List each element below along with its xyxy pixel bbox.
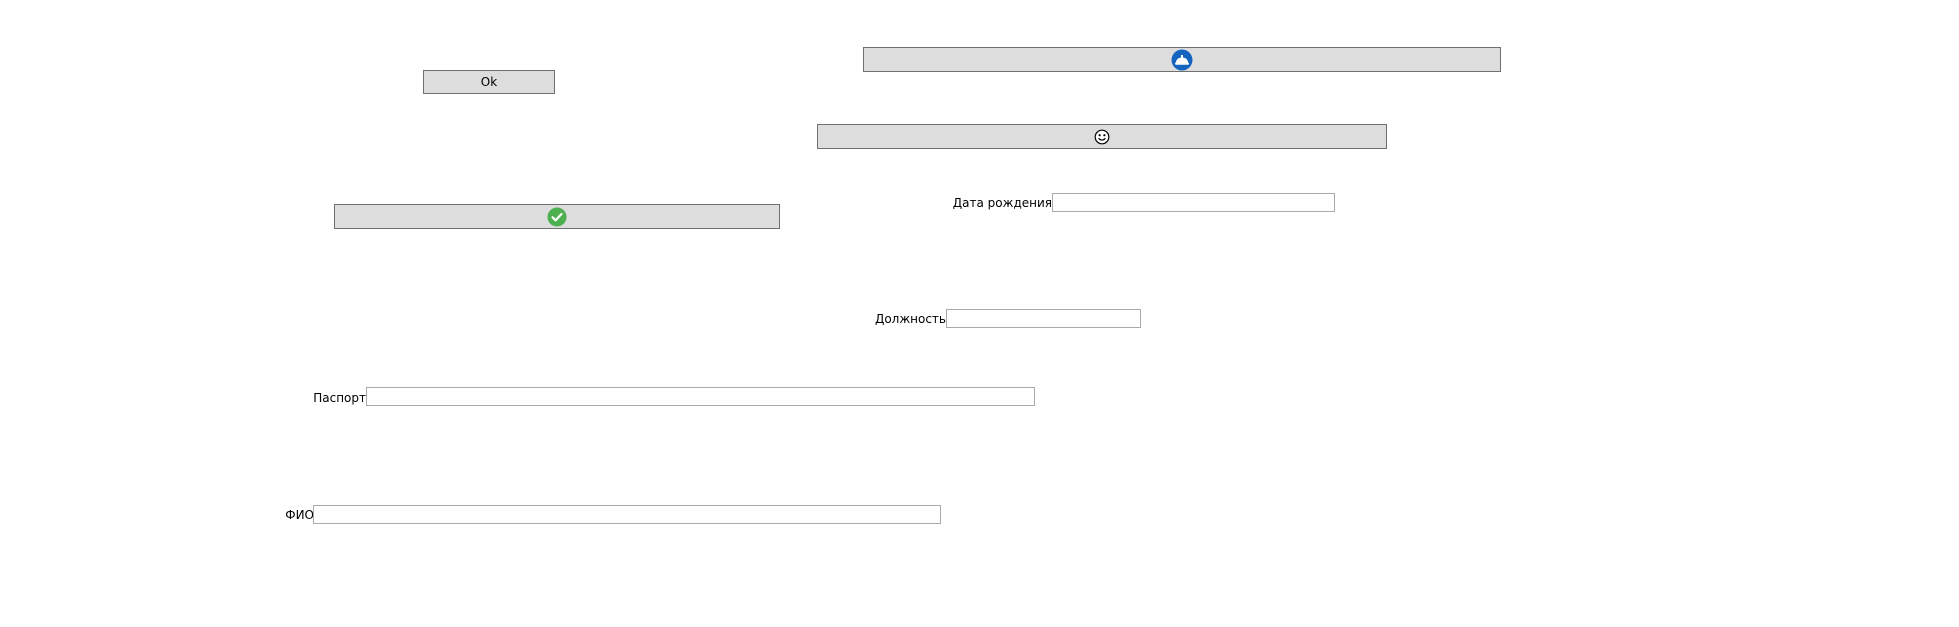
- full-name-label: ФИО: [285, 508, 314, 522]
- check-button[interactable]: [334, 204, 780, 229]
- ok-button[interactable]: Ok: [423, 70, 555, 94]
- position-label: Должность: [874, 312, 946, 326]
- hat-icon: [1171, 49, 1193, 71]
- birth-date-label: Дата рождения: [952, 196, 1052, 210]
- passport-label: Паспорт: [313, 391, 366, 405]
- smiley-button[interactable]: [817, 124, 1387, 149]
- birth-date-field[interactable]: [1052, 193, 1335, 212]
- position-field[interactable]: [946, 309, 1141, 328]
- ok-button-label: Ok: [480, 75, 498, 89]
- checkmark-icon: [547, 207, 567, 227]
- passport-field[interactable]: [366, 387, 1035, 406]
- full-name-field[interactable]: [313, 505, 941, 524]
- blue-icon-button[interactable]: [863, 47, 1501, 72]
- smiley-face-icon: [1094, 129, 1110, 145]
